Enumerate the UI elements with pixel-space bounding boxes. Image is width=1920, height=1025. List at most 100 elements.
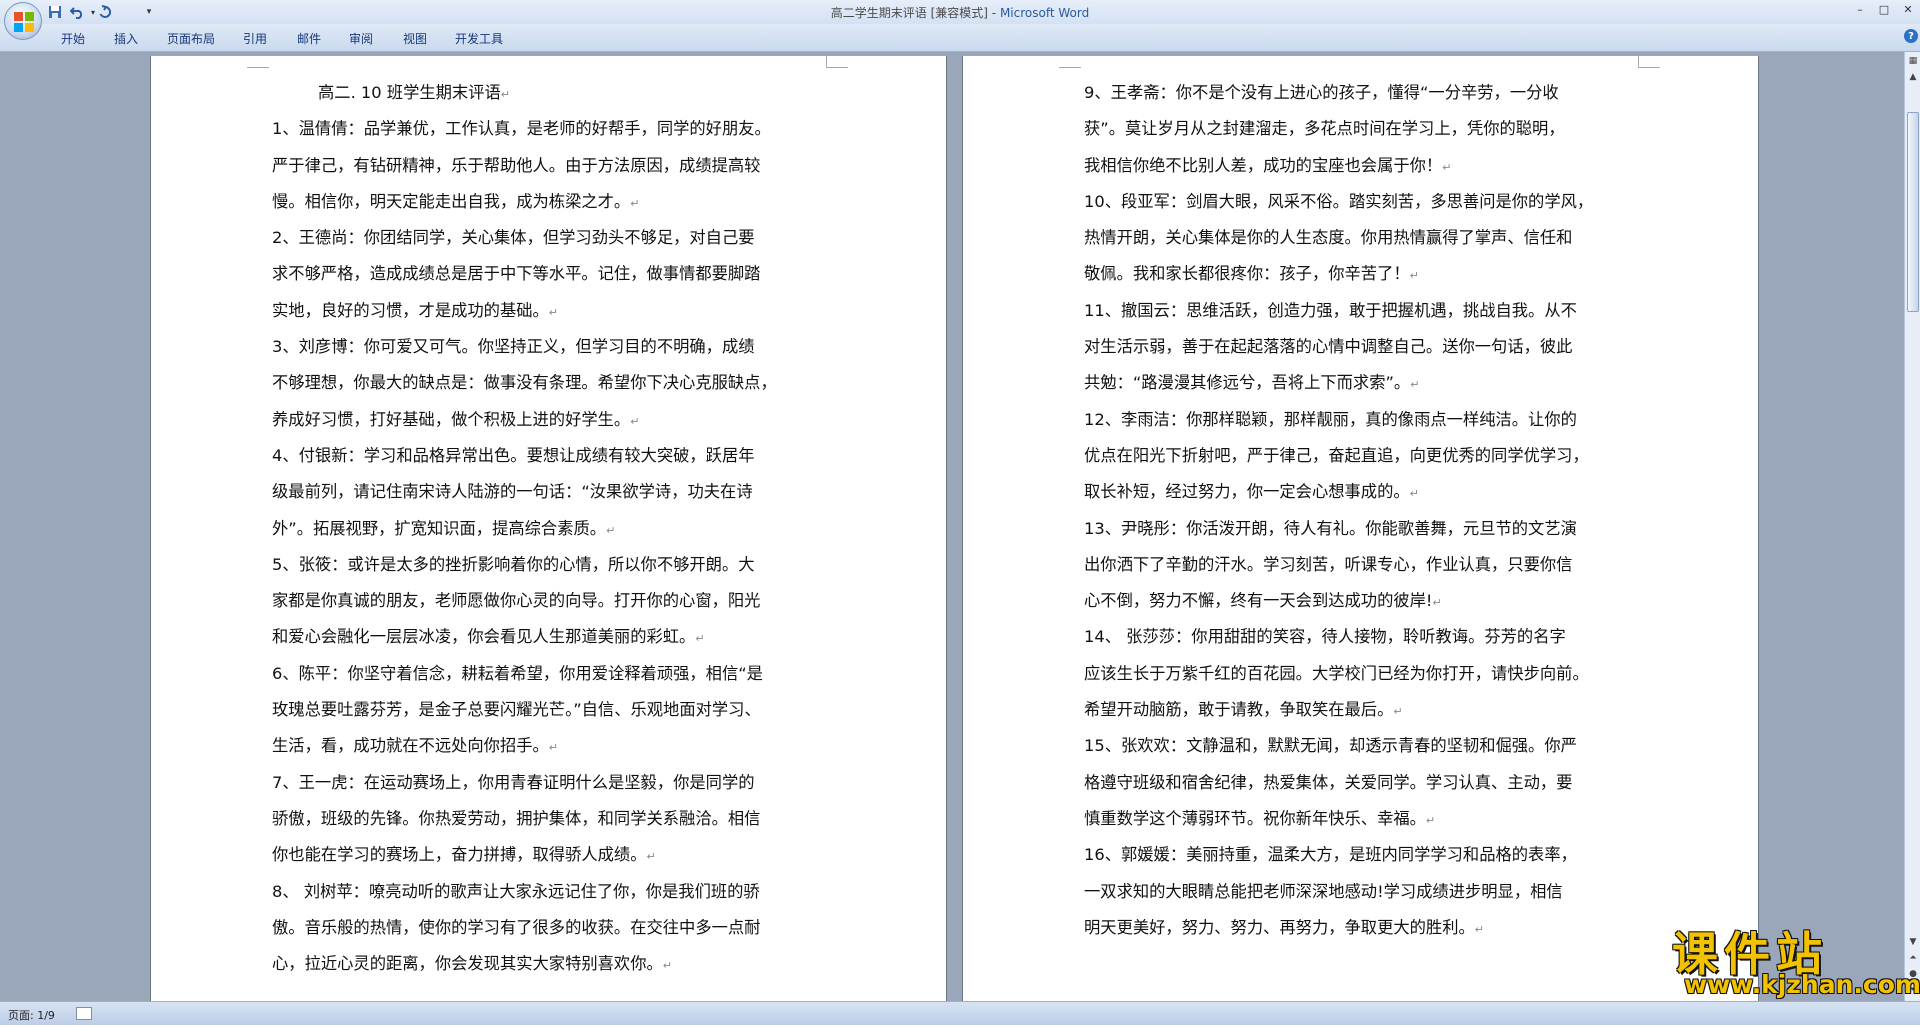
status-bar: 页面: 1/9 xyxy=(0,1001,1920,1025)
comment-paragraph: 7、王一虎：在运动赛场上，你用青春证明什么是坚毅，你是同学的 骄傲，班级的先锋。你… xyxy=(272,765,832,874)
paragraph-mark: ↵ xyxy=(1409,269,1419,283)
paragraph-mark: ↵ xyxy=(1442,160,1452,174)
comment-paragraph: 16、郭媛媛：美丽持重，温柔大方，是班内同学学习和品格的表率， 一双求知的大眼睛总… xyxy=(1084,837,1644,946)
left-paragraphs: 1、温倩倩：品学兼优，工作认真，是老师的好帮手，同学的好朋友。 严于律己，有钻研精… xyxy=(272,111,832,982)
help-icon[interactable]: ? xyxy=(1904,29,1918,43)
paragraph-mark: ↵ xyxy=(1432,596,1442,610)
text-line: 外”。拓展视野，扩宽知识面，提高综合素质。↵ xyxy=(272,518,616,538)
comment-paragraph: 9、王孝斋：你不是个没有上进心的孩子，懂得“一分辛劳，一分收 获”。莫让岁月从之封… xyxy=(1084,75,1644,184)
comment-paragraph: 11、撤国云：思维活跃，创造力强，敢于把握机遇，挑战自我。从不 对生活示弱，善于在… xyxy=(1084,293,1644,402)
tab-view[interactable]: 视图 xyxy=(403,30,427,47)
paragraph-mark: ↵ xyxy=(1409,487,1419,501)
text-line: 傲。音乐般的热情，使你的学习有了很多的收获。在交往中多一点耐 xyxy=(272,917,761,937)
app-name: Microsoft Word xyxy=(999,6,1090,20)
paragraph-mark: ↵ xyxy=(630,196,640,210)
page-count-status[interactable]: 页面: 1/9 xyxy=(8,1007,55,1023)
text-line: 格遵守班级和宿舍纪律，热爱集体，关爱同学。学习认真、主动，要 xyxy=(1084,772,1573,792)
text-line: 15、张欢欢：文静温和，默默无闻，却透示青春的坚韧和倔强。你严 xyxy=(1084,736,1577,756)
document-page-left[interactable]: 高二. 10 班学生期末评语↵ 1、温倩倩：品学兼优，工作认真，是老师的好帮手，… xyxy=(151,56,946,1001)
document-page-right[interactable]: 9、王孝斋：你不是个没有上进心的孩子，懂得“一分辛劳，一分收 获”。莫让岁月从之封… xyxy=(963,56,1758,1001)
comment-paragraph: 12、李雨洁：你那样聪颖，那样靓丽，真的像雨点一样纯洁。让你的 优点在阳光下折射吧… xyxy=(1084,402,1644,511)
tab-page-layout[interactable]: 页面布局 xyxy=(167,30,215,47)
comment-paragraph: 2、王德尚：你团结同学，关心集体，但学习劲头不够足，对自己要 求不够严格，造成成绩… xyxy=(272,220,832,329)
text-line: 明天更美好，努力、努力、再努力，争取更大的胜利。↵ xyxy=(1084,917,1484,937)
tab-mailings[interactable]: 邮件 xyxy=(297,30,321,47)
ribbon-tab-bar: 开始 插入 页面布局 引用 邮件 审阅 视图 开发工具 ? xyxy=(0,24,1920,52)
scroll-up-icon[interactable]: ▲ xyxy=(1906,70,1920,84)
office-button[interactable] xyxy=(4,2,42,40)
comment-paragraph: 6、陈平：你坚守着信念，耕耘着希望，你用爱诠释着顽强，相信“是 玫瑰总要吐露芬芳，… xyxy=(272,656,832,765)
text-line: 玫瑰总要吐露芬芳，是金子总要闪耀光芒。”自信、乐观地面对学习、 xyxy=(272,700,761,720)
text-line: 求不够严格，造成成绩总是居于中下等水平。记住，做事情都要脚踏 xyxy=(272,264,761,284)
text-line: 对生活示弱，善于在起起落落的心情中调整自己。送你一句话，彼此 xyxy=(1084,337,1573,357)
text-line: 1、温倩倩：品学兼优，工作认真，是老师的好帮手，同学的好朋友。 xyxy=(272,119,771,139)
window-title: 高二学生期末评语 [兼容模式] - Microsoft Word xyxy=(0,4,1920,21)
close-button[interactable]: ✕ xyxy=(1896,0,1920,18)
text-line: 热情开朗，关心集体是你的人生态度。你用热情赢得了掌声、信任和 xyxy=(1084,228,1573,248)
text-line: 家都是你真诚的朋友，老师愿做你心灵的向导。打开你的心窗，阳光 xyxy=(272,591,761,611)
document-workspace: 高二. 10 班学生期末评语↵ 1、温倩倩：品学兼优，工作认真，是老师的好帮手，… xyxy=(0,52,1904,1001)
crop-mark xyxy=(826,56,848,68)
window-controls: – □ ✕ xyxy=(1848,0,1920,20)
watermark-url: www.kjzhan.com xyxy=(1684,970,1920,999)
text-line: 出你洒下了辛勤的汗水。学习刻苦，听课专心，作业认真，只要你信 xyxy=(1084,554,1573,574)
tab-home[interactable]: 开始 xyxy=(61,30,85,47)
text-line: 应该生长于万紫千红的百花园。大学校门已经为你打开，请快步向前。 xyxy=(1084,663,1589,683)
paragraph-mark: ↵ xyxy=(1393,705,1403,719)
text-line: 我相信你绝不比别人差，成功的宝座也会属于你！↵ xyxy=(1084,155,1452,175)
text-line: 一双求知的大眼睛总能把老师深深地感动!学习成绩进步明显，相信 xyxy=(1084,881,1563,901)
watermark-logo: 课件站 www.kjzhan.com xyxy=(1664,918,1920,999)
vertical-scrollbar[interactable]: ▦ ▲ ▼ ⏶ ● ⏷ xyxy=(1904,52,1920,1001)
text-line: 心不倒，努力不懈，终有一天会到达成功的彼岸!↵ xyxy=(1084,591,1442,611)
text-line: 严于律己，有钻研精神，乐于帮助他人。由于方法原因，成绩提高较 xyxy=(272,155,761,175)
text-line: 敬佩。我和家长都很疼你：孩子，你辛苦了！↵ xyxy=(1084,264,1419,284)
crop-mark xyxy=(1059,56,1081,68)
text-line: 慢。相信你，明天定能走出自我，成为栋梁之才。↵ xyxy=(272,191,640,211)
tab-developer[interactable]: 开发工具 xyxy=(455,30,503,47)
comment-paragraph: 1、温倩倩：品学兼优，工作认真，是老师的好帮手，同学的好朋友。 严于律己，有钻研精… xyxy=(272,111,832,220)
paragraph-mark: ↵ xyxy=(1474,922,1484,936)
text-line: 5、张筱：或许是太多的挫折影响着你的心情，所以你不够开朗。大 xyxy=(272,554,755,574)
text-line: 取长补短，经过努力，你一定会心想事成的。↵ xyxy=(1084,482,1419,502)
text-line: 和爱心会融化一层层冰凌，你会看见人生那道美丽的彩虹。↵ xyxy=(272,627,705,647)
crop-mark xyxy=(1638,56,1660,68)
text-line: 养成好习惯，打好基础，做个积极上进的好学生。↵ xyxy=(272,409,640,429)
paragraph-mark: ↵ xyxy=(548,305,559,319)
comment-paragraph: 15、张欢欢：文静温和，默默无闻，却透示青春的坚韧和倔强。你严 格遵守班级和宿舍纪… xyxy=(1084,728,1644,837)
paragraph-mark: ↵ xyxy=(1410,378,1420,392)
text-line: 12、李雨洁：你那样聪颖，那样靓丽，真的像雨点一样纯洁。让你的 xyxy=(1084,409,1577,429)
paragraph-mark: ↵ xyxy=(646,850,656,864)
comment-paragraph: 4、付银新：学习和品格异常出色。要想让成绩有较大突破，跃居年 级最前列，请记住南宋… xyxy=(272,438,832,547)
text-line: 骄傲，班级的先锋。你热爱劳动，拥护集体，和同学关系融洽。相信 xyxy=(272,808,761,828)
ruler-toggle-icon[interactable]: ▦ xyxy=(1906,54,1920,68)
paragraph-mark: ↵ xyxy=(606,523,616,537)
text-line: 4、付银新：学习和品格异常出色。要想让成绩有较大突破，跃居年 xyxy=(272,445,755,465)
maximize-button[interactable]: □ xyxy=(1872,0,1896,18)
title-separator: - xyxy=(987,6,1000,20)
text-line: 慎重数学这个薄弱环节。祝你新年快乐、幸福。↵ xyxy=(1084,808,1436,828)
comment-paragraph: 8、 刘树苹：嘹亮动听的歌声让大家永远记住了你，你是我们班的骄 傲。音乐般的热情，… xyxy=(272,874,832,983)
tab-references[interactable]: 引用 xyxy=(243,30,267,47)
text-line: 10、段亚军：剑眉大眼，风采不俗。踏实刻苦，多思善问是你的学风， xyxy=(1084,191,1594,211)
tab-review[interactable]: 审阅 xyxy=(349,30,373,47)
tab-insert[interactable]: 插入 xyxy=(114,30,138,47)
left-column-text: 高二. 10 班学生期末评语↵ 1、温倩倩：品学兼优，工作认真，是老师的好帮手，… xyxy=(272,75,832,982)
text-line: 14、 张莎莎：你用甜甜的笑容，待人接物，聆听教诲。芬芳的名字 xyxy=(1084,627,1566,647)
text-line: 你也能在学习的赛场上，奋力拼搏，取得骄人成绩。↵ xyxy=(272,845,656,865)
text-line: 9、王孝斋：你不是个没有上进心的孩子，懂得“一分辛劳，一分收 xyxy=(1084,83,1559,102)
text-line: 级最前列，请记住南宋诗人陆游的一句话：“汝果欲学诗，功夫在诗 xyxy=(272,482,753,502)
right-paragraphs: 9、王孝斋：你不是个没有上进心的孩子，懂得“一分辛劳，一分收 获”。莫让岁月从之封… xyxy=(1084,75,1644,946)
text-line: 6、陈平：你坚守着信念，耕耘着希望，你用爱诠释着顽强，相信“是 xyxy=(272,663,763,683)
comment-paragraph: 3、刘彦博：你可爱又可气。你坚持正义，但学习目的不明确，成绩 不够理想，你最大的缺… xyxy=(272,329,832,438)
proofing-icon[interactable] xyxy=(76,1007,92,1020)
text-line: 希望开动脑筋，敢于请教，争取笑在最后。↵ xyxy=(1084,700,1403,720)
paragraph-mark: ↵ xyxy=(548,741,559,755)
document-name: 高二学生期末评语 [兼容模式] xyxy=(830,6,988,20)
minimize-button[interactable]: – xyxy=(1848,0,1872,18)
title-bar: ▾ ▾ 高二学生期末评语 [兼容模式] - Microsoft Word – □… xyxy=(0,0,1920,40)
scrollbar-thumb[interactable] xyxy=(1907,112,1919,312)
text-line: 7、王一虎：在运动赛场上，你用青春证明什么是坚毅，你是同学的 xyxy=(272,772,755,792)
text-line: 3、刘彦博：你可爱又可气。你坚持正义，但学习目的不明确，成绩 xyxy=(272,337,755,357)
paragraph-mark: ↵ xyxy=(1425,813,1436,827)
comment-paragraph: 14、 张莎莎：你用甜甜的笑容，待人接物，聆听教诲。芬芳的名字应该生长于万紫千红… xyxy=(1084,619,1644,728)
